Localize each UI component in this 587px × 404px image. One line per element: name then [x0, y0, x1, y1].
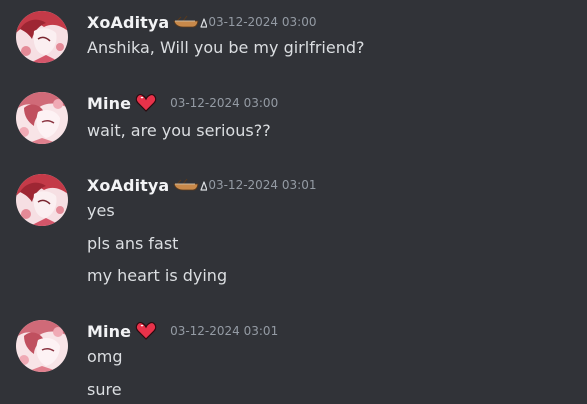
username[interactable]: Mine	[87, 94, 131, 113]
message-text: yes	[87, 201, 115, 220]
avatar[interactable]	[16, 174, 68, 226]
message-text: sure	[87, 380, 122, 399]
message-text: my heart is dying	[87, 266, 228, 285]
timestamp: 03-12-2024 03:01	[170, 324, 279, 338]
timestamp: 03-12-2024 03:01	[208, 178, 317, 192]
avatar[interactable]	[16, 11, 68, 63]
message-text: Anshika, Will you be my girlfriend?	[87, 38, 365, 57]
username[interactable]: Mine	[87, 322, 131, 341]
username[interactable]: XoAditya	[87, 13, 169, 32]
chat-message-list: XoAditya 03-12-2024 03:00 Anshika, Will …	[0, 0, 587, 404]
timestamp: 03-12-2024 03:00	[208, 15, 317, 29]
timestamp: 03-12-2024 03:00	[170, 96, 279, 110]
message-header: XoAditya 03-12-2024 03:00	[87, 11, 316, 33]
username[interactable]: XoAditya	[87, 176, 169, 195]
heart-icon	[135, 321, 157, 341]
message-header: Mine 03-12-2024 03:01	[87, 320, 278, 342]
avatar[interactable]	[16, 92, 68, 144]
avatar[interactable]	[16, 320, 68, 372]
canoe-triangle-icon	[173, 15, 207, 29]
message-text: wait, are you serious??	[87, 121, 271, 140]
message-text: omg	[87, 347, 123, 366]
heart-icon	[135, 93, 157, 113]
canoe-triangle-icon	[173, 178, 207, 192]
message-text: pls ans fast	[87, 234, 179, 253]
message-header: Mine 03-12-2024 03:00	[87, 92, 278, 114]
message-header: XoAditya 03-12-2024 03:01	[87, 174, 316, 196]
